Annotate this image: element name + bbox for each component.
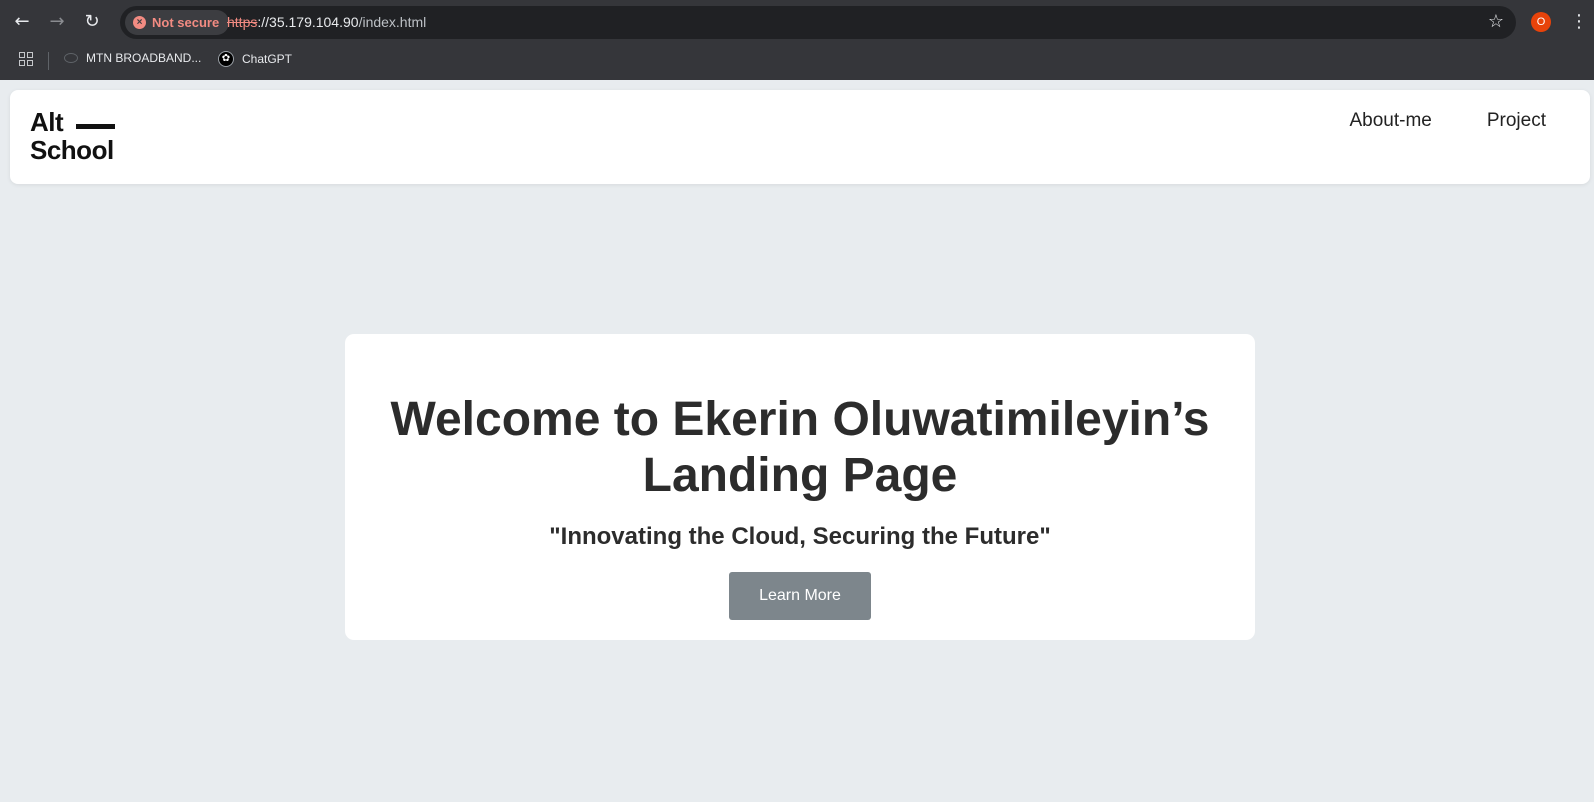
hero-title-line-1: Welcome to Ekerin Oluwatimileyin’s (390, 393, 1210, 446)
forward-arrow-icon[interactable]: → (45, 10, 69, 34)
hero-title: Welcome to Ekerin Oluwatimileyin’s Landi… (345, 392, 1255, 504)
hero-subtitle: "Innovating the Cloud, Securing the Futu… (549, 523, 1051, 550)
bookmark-label: ChatGPT (242, 52, 293, 66)
url-host: ://35.179.104.90 (257, 14, 359, 30)
bookmark-star-icon[interactable]: ☆ (1488, 11, 1504, 32)
bookmarks-bar: MTN BROADBAND... ✿ ChatGPT (0, 44, 1594, 80)
altschool-logo[interactable]: Alt School (30, 107, 115, 165)
warning-icon: × (133, 16, 146, 29)
logo-underline (76, 124, 115, 129)
hero-card: Welcome to Ekerin Oluwatimileyin’s Landi… (345, 334, 1255, 640)
learn-more-button[interactable]: Learn More (729, 572, 871, 620)
browser-chrome: ← → ↻ × Not secure https://35.179.104.90… (0, 0, 1594, 80)
bookmark-mtn[interactable]: MTN BROADBAND... (64, 51, 201, 65)
back-arrow-icon[interactable]: ← (10, 10, 34, 34)
hero-title-line-2: Landing Page (642, 449, 958, 502)
security-indicator[interactable]: × Not secure (125, 10, 230, 35)
address-bar[interactable]: × Not secure https://35.179.104.90/index… (120, 6, 1516, 39)
nav-project[interactable]: Project (1487, 110, 1546, 132)
url-text[interactable]: https://35.179.104.90/index.html (227, 14, 426, 30)
logo-line-1: Alt (30, 107, 64, 137)
nav-about-me[interactable]: About-me (1349, 110, 1431, 132)
chatgpt-favicon-icon: ✿ (218, 51, 234, 67)
bookmarks-divider (48, 52, 49, 70)
bookmark-label: MTN BROADBAND... (86, 51, 202, 65)
mtn-favicon-icon (64, 53, 78, 63)
logo-line-2: School (30, 135, 114, 165)
site-header: Alt School About-me Project (10, 90, 1590, 184)
url-path: /index.html (358, 14, 427, 30)
main-nav: About-me Project (1349, 110, 1546, 132)
apps-grid-icon[interactable] (19, 52, 33, 66)
browser-menu-icon[interactable]: ⋮ (1570, 10, 1588, 34)
bookmark-chatgpt[interactable]: ✿ ChatGPT (218, 51, 292, 67)
url-scheme: https (227, 14, 258, 30)
security-label: Not secure (152, 15, 220, 30)
browser-toolbar: ← → ↻ × Not secure https://35.179.104.90… (0, 0, 1594, 44)
profile-avatar[interactable]: O (1531, 12, 1551, 32)
reload-icon[interactable]: ↻ (80, 10, 104, 34)
